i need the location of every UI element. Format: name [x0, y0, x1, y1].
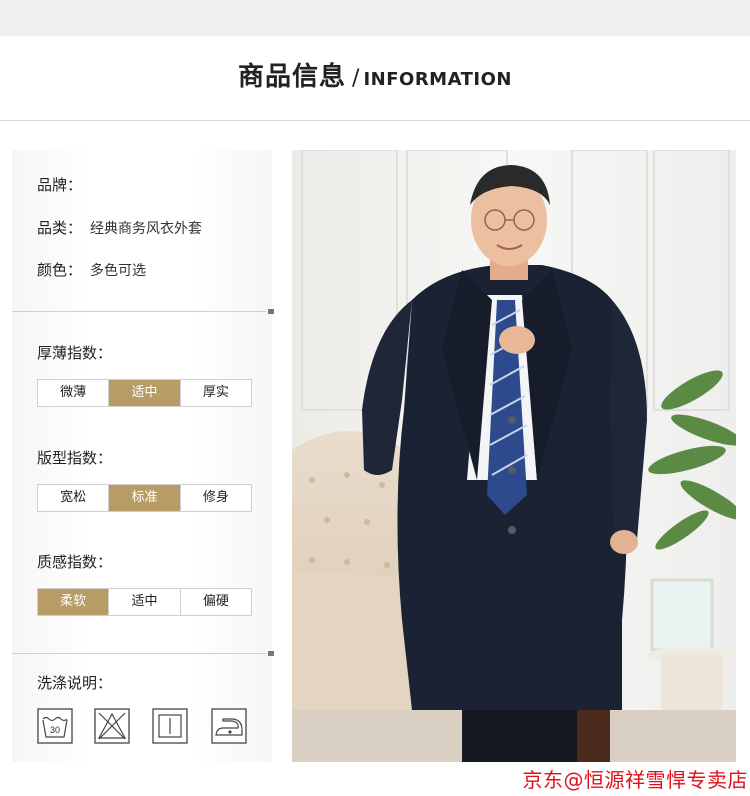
store-watermark: 京东@恒源祥雪悍专卖店 [522, 768, 748, 792]
thickness-option-thick: 厚实 [202, 385, 229, 400]
header-separator: / [352, 66, 360, 91]
section-divider [12, 309, 274, 314]
fit-option-slim: 修身 [202, 490, 229, 505]
info-category: 品类： 经典商务风衣外套 [37, 217, 202, 238]
info-category-label: 品类： [37, 219, 83, 237]
model-in-coat-image [292, 150, 736, 762]
info-brand-label: 品牌： [37, 176, 83, 194]
info-brand: 品牌： [37, 174, 90, 195]
thickness-title: 厚薄指数： [37, 344, 113, 362]
header-title-cn: 商品信息 [238, 62, 347, 92]
product-photo [292, 150, 736, 762]
info-color: 颜色： 多色可选 [37, 259, 146, 280]
section-header: 商品信息 / INFORMATION [0, 56, 750, 106]
fit-option-standard: 标准 [109, 485, 181, 511]
texture-option-stiff: 偏硬 [202, 594, 229, 609]
header-title-en: INFORMATION [363, 69, 512, 90]
thickness-scale: 微薄 适中 厚实 [37, 379, 252, 407]
info-color-value: 多色可选 [90, 263, 147, 279]
header-divider [0, 120, 750, 121]
texture-title: 质感指数： [37, 553, 113, 571]
wash-temp-label: 30 [50, 725, 60, 735]
texture-option-medium: 适中 [109, 589, 181, 615]
texture-option-soft: 柔软 [38, 589, 110, 615]
care-title: 洗涤说明： [37, 674, 113, 692]
fit-scale: 宽松 标准 修身 [37, 484, 252, 512]
section-divider [12, 651, 274, 656]
info-color-label: 颜色： [37, 261, 83, 279]
thickness-option-thin: 微薄 [38, 380, 110, 406]
iron-icon [211, 708, 247, 744]
wash-30-icon: 30 [37, 708, 73, 744]
info-category-value: 经典商务风衣外套 [90, 221, 203, 237]
fit-title: 版型指数： [37, 449, 113, 467]
tumble-dry-icon [152, 708, 188, 744]
texture-scale: 柔软 适中 偏硬 [37, 588, 252, 616]
fit-option-loose: 宽松 [38, 485, 110, 511]
no-bleach-icon [94, 708, 130, 744]
top-bar [0, 0, 750, 36]
thickness-option-medium: 适中 [109, 380, 181, 406]
